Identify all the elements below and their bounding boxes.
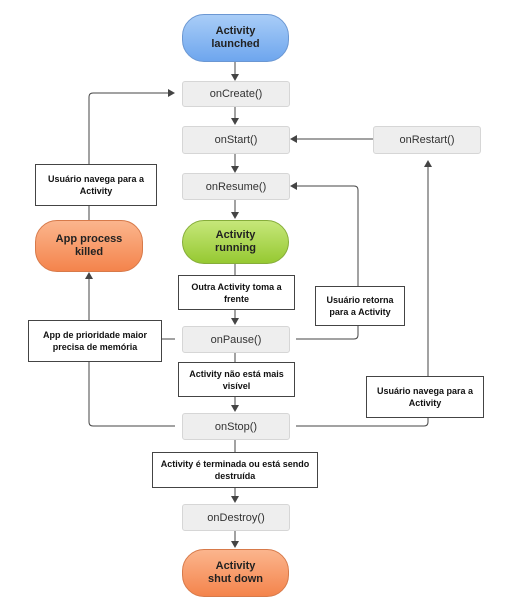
method-onpause: onPause() <box>182 326 290 353</box>
edge-onstop-to-note <box>88 362 175 427</box>
arrow-head <box>231 541 239 548</box>
state-activity-shut-down: Activity shut down <box>182 549 289 597</box>
state-activity-launched: Activity launched <box>182 14 289 62</box>
note-user-returns: Usuário retorna para a Activity <box>315 286 405 326</box>
state-label: Activity launched <box>211 25 260 50</box>
arrow-head <box>168 89 175 97</box>
arrow-head <box>231 166 239 173</box>
note-finishing-or-destroyed: Activity é terminada ou está sendo destr… <box>152 452 318 488</box>
method-onrestart: onRestart() <box>373 126 481 154</box>
note-another-activity-foreground: Outra Activity toma a frente <box>178 275 295 310</box>
arrow-head <box>231 118 239 125</box>
state-label: Activity shut down <box>208 560 263 585</box>
note-user-navigates-left: Usuário navega para a Activity <box>35 164 157 206</box>
edge-onpause-to-onresume <box>296 326 359 340</box>
method-onstop: onStop() <box>182 413 290 440</box>
note-no-longer-visible: Activity não está mais visível <box>178 362 295 397</box>
activity-lifecycle-diagram: Activity launched Activity running App p… <box>0 0 506 612</box>
method-oncreate: onCreate() <box>182 81 290 107</box>
state-label: Activity running <box>215 229 256 254</box>
arrow-head <box>231 496 239 503</box>
arrow-head <box>231 74 239 81</box>
state-app-process-killed: App process killed <box>35 220 143 272</box>
arrow-head <box>231 318 239 325</box>
state-label: App process killed <box>55 233 123 258</box>
arrow-head <box>290 182 297 190</box>
note-user-navigates-right: Usuário navega para a Activity <box>366 376 484 418</box>
method-onresume: onResume() <box>182 173 290 200</box>
arrow-head <box>231 212 239 219</box>
edge-note-to-oncreate <box>88 92 168 164</box>
arrow-head <box>85 272 93 279</box>
state-activity-running: Activity running <box>182 220 289 264</box>
edge-note-to-onresume <box>297 185 359 286</box>
arrow-head <box>424 160 432 167</box>
arrow-head <box>290 135 297 143</box>
arrow-head <box>231 405 239 412</box>
method-ondestroy: onDestroy() <box>182 504 290 531</box>
method-onstart: onStart() <box>182 126 290 154</box>
note-higher-priority-app: App de prioridade maior precisa de memór… <box>28 320 162 362</box>
